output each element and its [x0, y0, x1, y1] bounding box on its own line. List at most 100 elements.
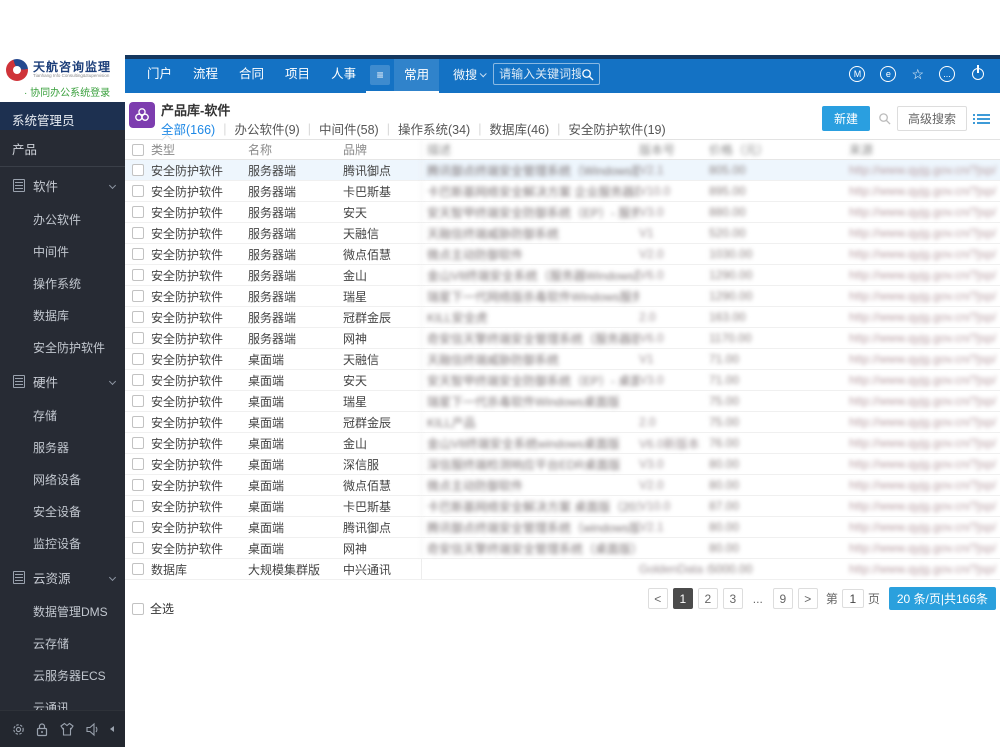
oa-login-link[interactable]: · 协同办公系统登录 [24, 84, 125, 99]
sidebar-item-办公软件[interactable]: 办公软件 [0, 203, 125, 235]
row-checkbox[interactable] [132, 563, 144, 575]
sidebar-item-服务器[interactable]: 服务器 [0, 431, 125, 463]
row-checkbox[interactable] [132, 353, 144, 365]
sidebar-collapse-icon[interactable] [110, 726, 115, 732]
sidebar-item-存储[interactable]: 存储 [0, 399, 125, 431]
e-message-icon[interactable]: e [880, 66, 897, 82]
page-button-2[interactable]: 2 [697, 588, 718, 609]
table-row[interactable]: 安全防护软件 服务器端 腾讯御点 腾讯御点终端安全管理系统（Windows版） V2.1… [125, 160, 1000, 181]
new-button[interactable]: 新建 [821, 106, 870, 131]
table-row[interactable]: 安全防护软件 服务器端 金山 金山V8终端安全系统（服务器Windows版本）V6.0… [125, 265, 1000, 286]
sidebar-item-中间件[interactable]: 中间件 [0, 235, 125, 267]
page-button-9[interactable]: 9 [772, 588, 793, 609]
prev-page-button[interactable]: < [647, 588, 668, 609]
row-checkbox[interactable] [132, 500, 144, 512]
column-settings-icon[interactable] [973, 112, 992, 126]
sidebar-group-软件[interactable]: 软件 [0, 167, 125, 203]
table-row[interactable]: 安全防护软件 桌面端 金山 金山V8终端安全系统windows桌面版 V6.0新版本 76… [125, 433, 1000, 454]
sidebar-item-网络设备[interactable]: 网络设备 [0, 463, 125, 495]
row-checkbox[interactable] [132, 185, 144, 197]
table-search-icon[interactable] [878, 112, 891, 125]
table-row[interactable]: 安全防护软件 桌面端 腾讯御点 腾讯御点终端安全管理系统（windows版）V2.1V… [125, 517, 1000, 538]
nav-item[interactable]: 合同 [229, 57, 274, 91]
sidebar-item-安全防护软件[interactable]: 安全防护软件 [0, 331, 125, 363]
theme-shirt-icon[interactable] [59, 722, 75, 737]
select-all-checkbox[interactable] [132, 602, 144, 615]
lock-icon[interactable] [35, 722, 49, 737]
header-cell-6[interactable]: 来源 [849, 141, 1000, 158]
search-icon[interactable] [581, 68, 594, 81]
page-size-button[interactable]: 20 条/页|共166条 [888, 587, 996, 610]
nav-item[interactable]: 流程 [183, 57, 228, 91]
sidebar-group-硬件[interactable]: 硬件 [0, 363, 125, 399]
row-checkbox[interactable] [132, 542, 144, 554]
speaker-icon[interactable] [85, 722, 101, 737]
header-cell-1[interactable]: 名称 [248, 141, 343, 158]
tab-全部(166)[interactable]: 全部(166) [153, 119, 223, 138]
page-jump-input[interactable] [841, 589, 864, 608]
row-checkbox[interactable] [132, 269, 144, 281]
table-row[interactable]: 安全防护软件 桌面端 冠群金辰 KILL产品 2.0 75.00 http://www.qy… [125, 412, 1000, 433]
nav-item-changyong[interactable]: 常用 [394, 59, 440, 91]
tab-中间件(58)[interactable]: 中间件(58) [311, 119, 387, 138]
sidebar-item-安全设备[interactable]: 安全设备 [0, 495, 125, 527]
page-button-3[interactable]: 3 [722, 588, 743, 609]
row-checkbox[interactable] [132, 521, 144, 533]
table-row[interactable]: 安全防护软件 服务器端 微点佰慧 微点主动防御软件 V2.0 1030.00 http://… [125, 244, 1000, 265]
nav-item[interactable]: 项目 [275, 57, 320, 91]
favorite-star-icon[interactable]: ☆ [911, 66, 924, 82]
wesearch-dropdown[interactable]: 微搜 [453, 66, 487, 83]
sidebar-item-操作系统[interactable]: 操作系统 [0, 267, 125, 299]
table-row[interactable]: 安全防护软件 服务器端 安天 安天智甲终端安全防御系统（EP）- 服务器 V3.0 880… [125, 202, 1000, 223]
nav-item[interactable]: 门户 [137, 57, 182, 91]
sidebar-item-数据管理DMS[interactable]: 数据管理DMS [0, 595, 125, 627]
table-row[interactable]: 安全防护软件 桌面端 瑞星 瑞星下一代杀毒软件Windows桌面版 75.00 http:… [125, 391, 1000, 412]
page-button-1[interactable]: 1 [672, 588, 693, 609]
sidebar-item-云服务器ECS[interactable]: 云服务器ECS [0, 659, 125, 691]
table-row[interactable]: 安全防护软件 服务器端 瑞星 瑞星下一代网络版杀毒软件Windows服务器版 1290.… [125, 286, 1000, 307]
power-icon[interactable] [970, 65, 986, 82]
header-cell-2[interactable]: 品牌 [343, 141, 421, 158]
sidebar-item-云存储[interactable]: 云存储 [0, 627, 125, 659]
header-cell-3[interactable]: 描述 [421, 140, 639, 159]
table-row[interactable]: 安全防护软件 桌面端 安天 安天智甲终端安全防御系统（EP）- 桌面版 V3.0 71.0… [125, 370, 1000, 391]
more-circle-icon[interactable]: ... [939, 66, 955, 82]
table-row[interactable]: 安全防护软件 桌面端 卡巴斯基 卡巴斯基网络安全解决方案 桌面版（2019）- KS.… [125, 496, 1000, 517]
nav-item[interactable]: 人事 [321, 57, 366, 91]
table-row[interactable]: 安全防护软件 服务器端 网神 奇安信天擎终端安全管理系统（服务器版） V6.0 1170.… [125, 328, 1000, 349]
table-row[interactable]: 安全防护软件 桌面端 天融信 天融信终端威胁防御系统 V1 71.00 http://www… [125, 349, 1000, 370]
table-row[interactable]: 安全防护软件 服务器端 天融信 天融信终端威胁防御系统 V1 520.00 http://w… [125, 223, 1000, 244]
tab-操作系统(34)[interactable]: 操作系统(34) [390, 119, 478, 138]
table-row[interactable]: 安全防护软件 桌面端 网神 奇安信天擎终端安全管理系统（桌面版） 80.00 http:/… [125, 538, 1000, 559]
table-row[interactable]: 安全防护软件 桌面端 微点佰慧 微点主动防御软件 V2.0 80.00 http://www… [125, 475, 1000, 496]
header-checkbox[interactable] [132, 143, 144, 156]
settings-gear-icon[interactable] [11, 722, 26, 737]
row-checkbox[interactable] [132, 437, 144, 449]
row-checkbox[interactable] [132, 227, 144, 239]
row-checkbox[interactable] [132, 416, 144, 428]
sidebar-item-数据库[interactable]: 数据库 [0, 299, 125, 331]
row-checkbox[interactable] [132, 248, 144, 260]
row-checkbox[interactable] [132, 458, 144, 470]
header-cell-4[interactable]: 版本号 [639, 141, 709, 158]
sidebar-item-监控设备[interactable]: 监控设备 [0, 527, 125, 559]
tab-安全防护软件(19)[interactable]: 安全防护软件(19) [560, 119, 673, 138]
nav-menu-icon[interactable]: ≡ [370, 65, 391, 85]
row-checkbox[interactable] [132, 290, 144, 302]
advanced-search-button[interactable]: 高级搜索 [896, 106, 967, 131]
sidebar-section-product[interactable]: 产品 [0, 130, 125, 167]
sidebar-group-云资源[interactable]: 云资源 [0, 559, 125, 595]
global-search-input[interactable] [499, 67, 582, 81]
tab-办公软件(9)[interactable]: 办公软件(9) [226, 119, 307, 138]
table-row[interactable]: 安全防护软件 服务器端 冠群金辰 KILL安全虎 2.0 163.00 http://www… [125, 307, 1000, 328]
row-checkbox[interactable] [132, 164, 144, 176]
header-cell-5[interactable]: 价格（元） [709, 141, 849, 158]
row-checkbox[interactable] [132, 206, 144, 218]
table-row[interactable]: 数据库 大规模集群版 中兴通讯 GoldenData s...5000.00 http:… [125, 559, 1000, 580]
m-circle-icon[interactable]: M [849, 66, 866, 82]
tab-数据库(46)[interactable]: 数据库(46) [481, 119, 557, 138]
table-row[interactable]: 安全防护软件 桌面端 深信服 深信服终端检测响应平台EDR桌面版 V3.0 80.00 ht… [125, 454, 1000, 475]
row-checkbox[interactable] [132, 374, 144, 386]
row-checkbox[interactable] [132, 479, 144, 491]
table-row[interactable]: 安全防护软件 服务器端 卡巴斯基 卡巴斯基网络安全解决方案 企业服务器版 2019..… [125, 181, 1000, 202]
